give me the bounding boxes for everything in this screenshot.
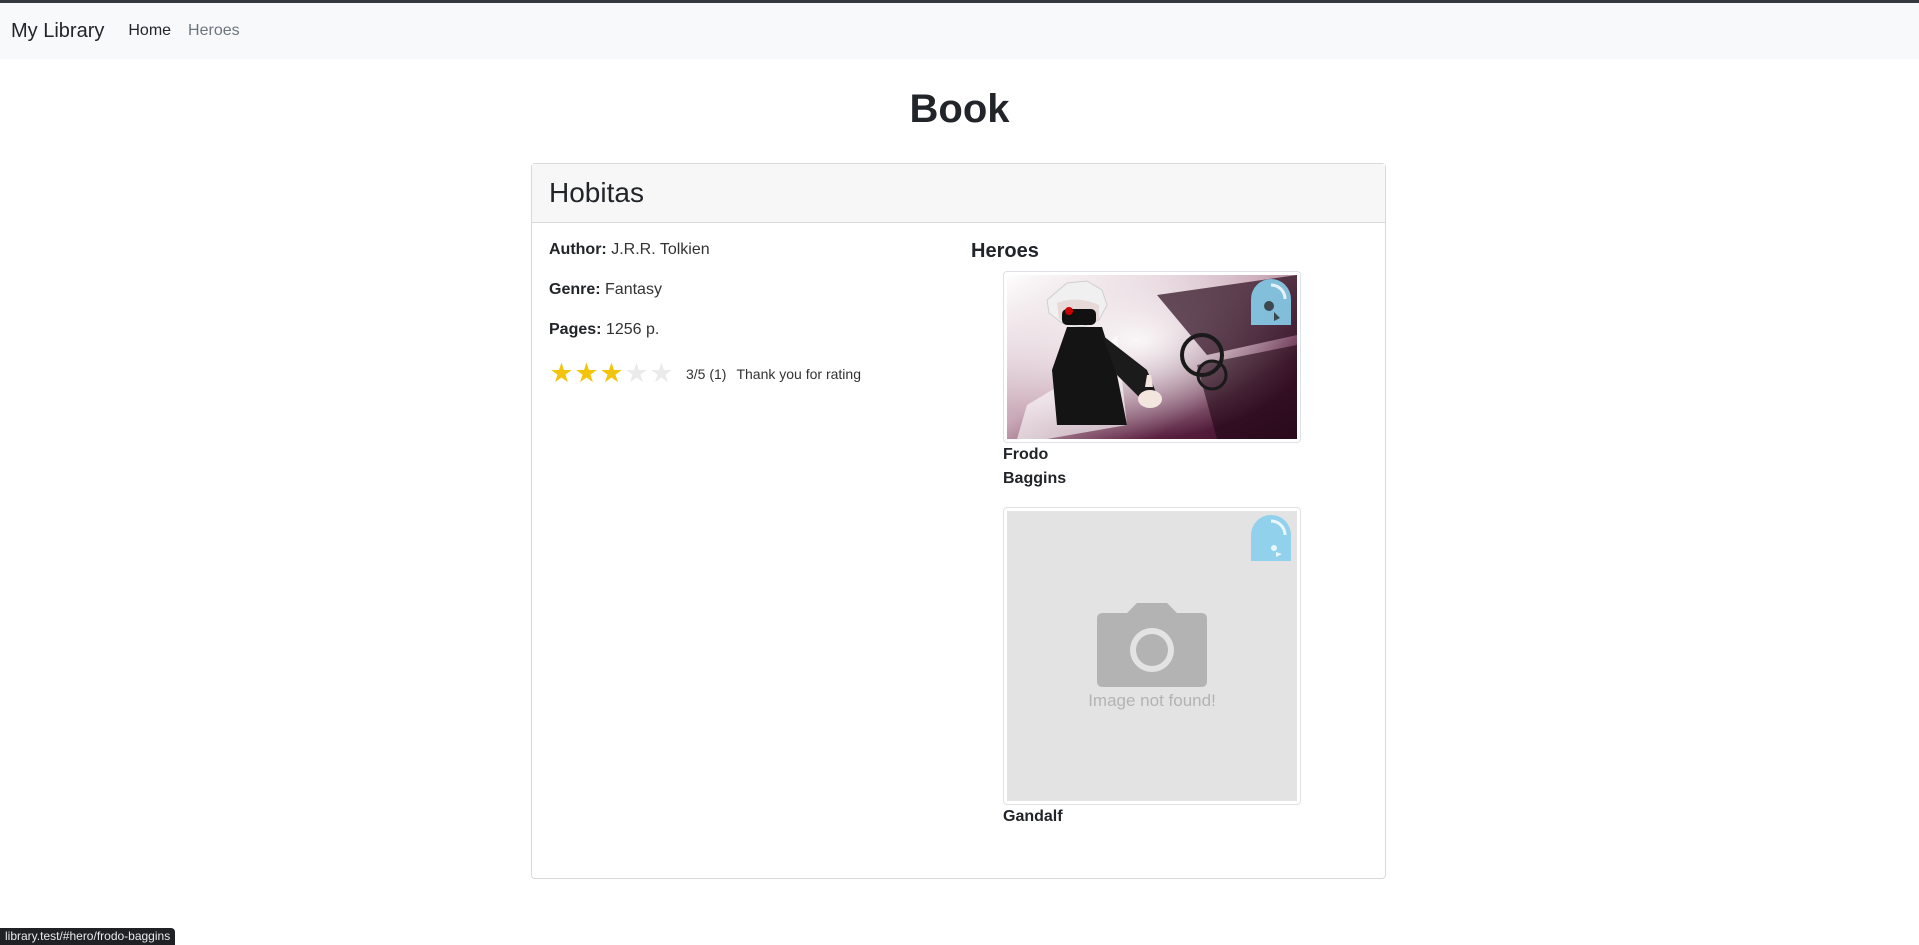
pages-field: Pages: 1256 p. xyxy=(549,320,949,340)
book-title: Hobitas xyxy=(549,177,644,208)
hero-first-name: Frodo xyxy=(1003,446,1049,463)
card-header: Hobitas xyxy=(532,164,1385,223)
hero-name[interactable]: Gandalf xyxy=(1003,805,1073,829)
star-icon-4[interactable]: ★ xyxy=(624,360,649,387)
genre-value: Fantasy xyxy=(605,281,662,298)
hero-card-gandalf[interactable]: Image not found! Gandalf xyxy=(1003,507,1371,829)
hero-name[interactable]: Frodo Baggins xyxy=(1003,443,1073,491)
author-value: J.R.R. Tolkien xyxy=(611,241,710,258)
author-field: Author: J.R.R. Tolkien xyxy=(549,240,949,260)
star-icon-1[interactable]: ★ xyxy=(549,360,574,387)
brand-link[interactable]: My Library xyxy=(11,20,104,43)
genre-label: Genre: xyxy=(549,281,601,298)
image-not-found-text: Image not found! xyxy=(1088,691,1216,710)
hero-thumbnail[interactable]: Image not found! xyxy=(1003,507,1301,805)
heroes-section: Heroes Frodo Baggins Image not found! Ga… xyxy=(971,240,1371,829)
nav-heroes-link[interactable]: Heroes xyxy=(188,22,240,40)
star-rating: ★ ★ ★ ★ ★ 3/5 (1) Thank you for rating xyxy=(549,360,949,387)
hero-thumbnail[interactable] xyxy=(1003,271,1301,443)
nav-home-link[interactable]: Home xyxy=(128,22,171,40)
genre-field: Genre: Fantasy xyxy=(549,280,949,300)
star-icon-5[interactable]: ★ xyxy=(649,360,674,387)
star-icon-2[interactable]: ★ xyxy=(574,360,599,387)
status-bar-url: library.test/#hero/frodo-baggins xyxy=(0,928,176,945)
lock-badge-icon[interactable] xyxy=(1246,276,1296,328)
rating-summary: 3/5 (1) xyxy=(686,365,727,382)
star-icon-3[interactable]: ★ xyxy=(599,360,624,387)
hero-first-name: Gandalf xyxy=(1003,808,1063,825)
rating-message: Thank you for rating xyxy=(736,365,861,382)
page-title: Book xyxy=(909,87,1010,131)
hero-card-frodo[interactable]: Frodo Baggins xyxy=(1003,271,1371,491)
lock-badge-icon[interactable] xyxy=(1246,512,1296,564)
heroes-title: Heroes xyxy=(971,240,1039,262)
pages-value: 1256 p. xyxy=(605,321,660,338)
author-label: Author: xyxy=(549,241,607,258)
pages-label: Pages: xyxy=(549,321,602,338)
hero-last-name: Baggins xyxy=(1003,470,1067,487)
book-card: Hobitas Author: J.R.R. Tolkien Genre: Fa… xyxy=(531,163,1386,879)
camera-icon xyxy=(1097,603,1207,687)
navbar: My Library Home Heroes xyxy=(0,3,1919,59)
book-details: Author: J.R.R. Tolkien Genre: Fantasy Pa… xyxy=(549,240,949,387)
